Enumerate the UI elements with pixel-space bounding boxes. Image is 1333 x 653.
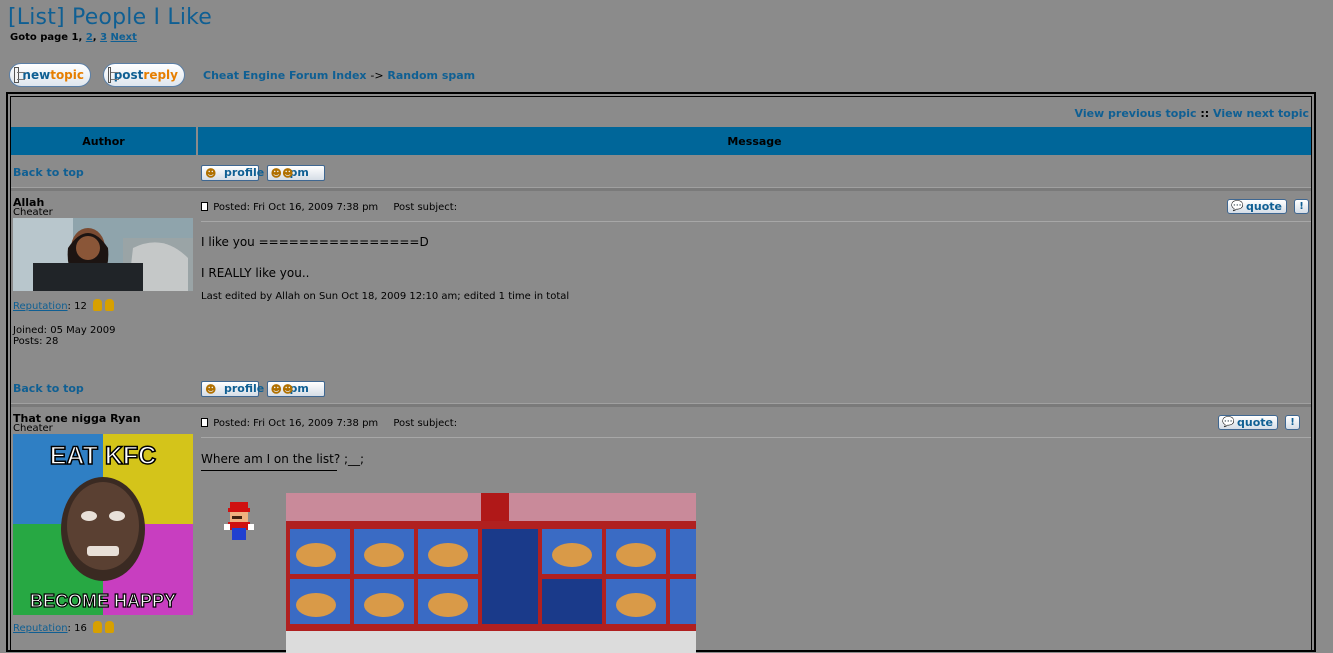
profile-button[interactable]: ☻ profile	[201, 381, 264, 397]
subforum-link[interactable]: Random spam	[387, 69, 475, 82]
post-header: Posted: Fri Oct 16, 2009 7:38 pm Post su…	[201, 202, 1311, 213]
post-date: Fri Oct 16, 2009 7:38 pm	[253, 418, 379, 429]
post-subject-label: Post subject:	[393, 202, 458, 213]
post-header: Posted: Fri Oct 16, 2009 7:38 pm Post su…	[201, 418, 1311, 429]
topic-table: View previous topic :: View next topic A…	[6, 92, 1316, 653]
reputation-link[interactable]: Reputation	[13, 623, 68, 634]
goto-label: Goto page	[10, 32, 69, 43]
page-link-2[interactable]: 2	[86, 32, 93, 43]
next-page-link[interactable]: Next	[111, 32, 137, 43]
user-icon: ☻	[205, 383, 217, 396]
document-icon	[108, 67, 118, 83]
joined-date: Joined: 05 May 2009	[13, 325, 116, 336]
reputation-value: 12	[74, 301, 87, 312]
thumbs-down-icon[interactable]	[105, 621, 115, 633]
page-title[interactable]: [List] People I Like	[8, 5, 212, 30]
breadcrumb-arrow: ->	[370, 69, 384, 82]
post-count: Posts: 28	[13, 336, 59, 347]
user-icon: ☻	[205, 167, 217, 180]
pagination: Goto page 1, 2, 3 Next	[10, 32, 137, 43]
report-button[interactable]: !	[1285, 415, 1300, 430]
forum-index-link[interactable]: Cheat Engine Forum Index	[203, 69, 367, 82]
mario-sprite	[222, 500, 258, 544]
author-rank: Cheater	[13, 207, 53, 218]
avatar: EAT KFC BECOME HAPPY	[13, 434, 193, 615]
users-icon: ☻☻	[270, 383, 294, 396]
speech-bubble-icon: 💬	[1222, 417, 1235, 428]
edit-notice: Last edited by Allah on Sun Oct 18, 2009…	[201, 291, 570, 302]
prev-topic-link[interactable]: View previous topic	[1075, 107, 1197, 120]
page-link-3[interactable]: 3	[100, 32, 107, 43]
avatar-caption-bottom: BECOME HAPPY	[30, 591, 176, 611]
new-topic-button[interactable]: new topic	[9, 63, 91, 87]
thumbs-up-icon[interactable]	[93, 621, 103, 633]
current-page: 1	[71, 32, 79, 43]
profile-button[interactable]: ☻ profile	[201, 165, 264, 181]
post-reply-button[interactable]: post reply	[103, 63, 185, 87]
next-topic-link[interactable]: View next topic	[1213, 107, 1309, 120]
signature-separator	[201, 470, 337, 471]
kfc-menu-image	[286, 493, 696, 653]
message-column-header: Message	[198, 127, 1311, 155]
quote-button[interactable]: 💬 quote	[1227, 199, 1287, 214]
row-divider	[11, 187, 1311, 191]
back-to-top-link[interactable]: Back to top	[13, 166, 84, 179]
report-button[interactable]: !	[1294, 199, 1309, 214]
header-separator	[201, 437, 1311, 438]
post: Allah Cheater Reputation: 12 Joined: 05 …	[11, 192, 1311, 372]
pm-button[interactable]: ☻☻ pm	[266, 165, 325, 181]
reputation-value: 16	[74, 623, 87, 634]
avatar	[13, 218, 193, 291]
post-footer-row: Back to top ☻ profile ☻☻ pm	[11, 157, 1311, 187]
thumbs-down-icon[interactable]	[105, 299, 115, 311]
thumbs-up-icon[interactable]	[93, 299, 103, 311]
users-icon: ☻☻	[270, 167, 294, 180]
post-date: Fri Oct 16, 2009 7:38 pm	[253, 202, 379, 213]
post-body: I like you ================D I REALLY li…	[201, 235, 429, 280]
reputation-line: Reputation: 16	[13, 621, 198, 634]
post-footer-row: Back to top ☻ profile ☻☻ pm	[11, 373, 1311, 403]
post-icon	[201, 202, 208, 211]
header-separator	[201, 221, 1311, 222]
post-icon	[201, 418, 208, 427]
post-subject-label: Post subject:	[393, 418, 458, 429]
document-icon	[14, 67, 26, 83]
avatar-caption-top: EAT KFC	[50, 442, 156, 470]
breadcrumb: Cheat Engine Forum Index -> Random spam	[203, 69, 475, 82]
row-divider	[11, 403, 1311, 407]
speech-bubble-icon: 💬	[1231, 201, 1244, 212]
post-body: Where am I on the list? ;__;	[201, 452, 365, 466]
reputation-link[interactable]: Reputation	[13, 301, 68, 312]
back-to-top-link[interactable]: Back to top	[13, 382, 84, 395]
author-column-header: Author	[11, 127, 196, 155]
quote-button[interactable]: 💬 quote	[1218, 415, 1278, 430]
pm-button[interactable]: ☻☻ pm	[266, 381, 325, 397]
post: That one nigga Ryan Cheater EAT KFC BECO…	[11, 408, 1311, 653]
reputation-line: Reputation: 12	[13, 299, 198, 312]
topic-navigation: View previous topic :: View next topic	[1074, 107, 1310, 120]
